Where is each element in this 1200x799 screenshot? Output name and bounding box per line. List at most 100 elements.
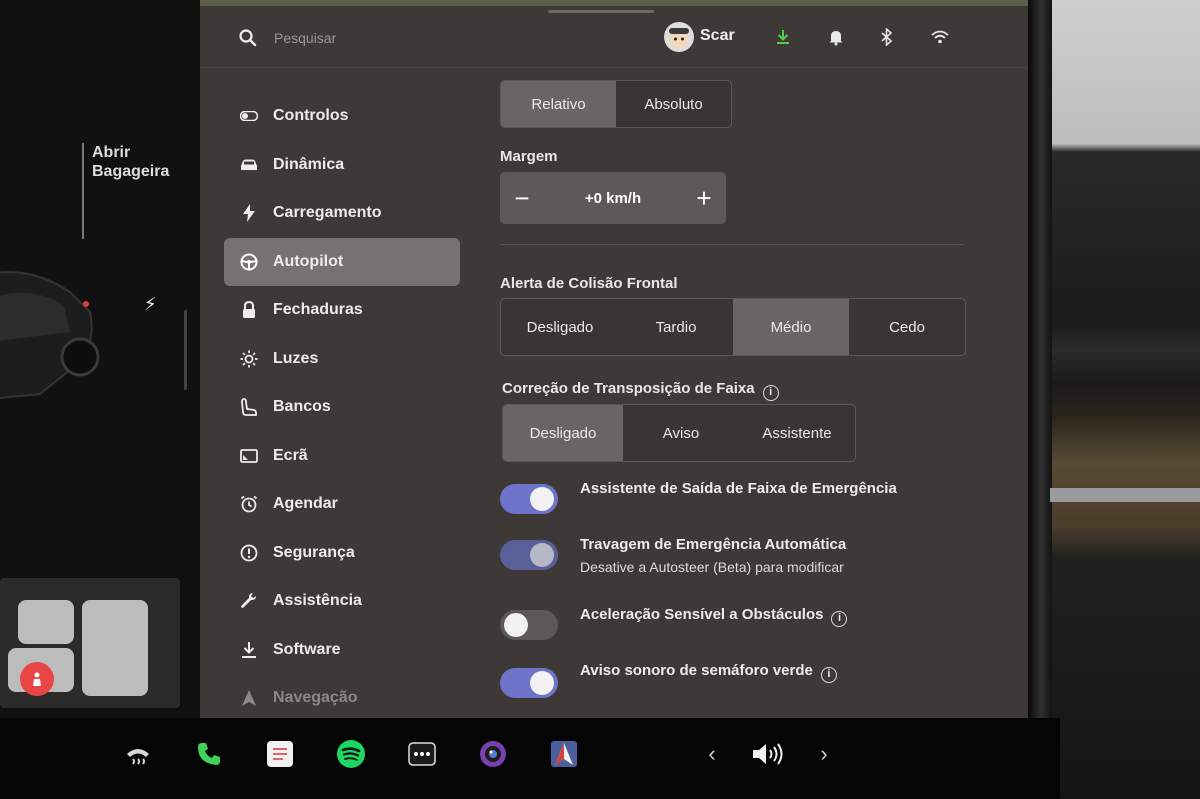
sidebar-item-label: Agendar — [273, 495, 338, 513]
volume-icon[interactable] — [750, 738, 786, 770]
sidebar-item-label: Autopilot — [273, 252, 344, 270]
sidebar-item-controlos[interactable]: Controlos — [224, 92, 460, 141]
obstacle-acceleration-toggle[interactable] — [500, 610, 558, 640]
bell-icon[interactable] — [825, 26, 847, 48]
top-bar: Scar — [200, 8, 1028, 68]
option-assistente[interactable]: Assistente — [739, 405, 855, 461]
sidebar-item-label: Assistência — [273, 592, 362, 610]
lock-icon — [239, 300, 259, 320]
navigation-app-icon[interactable] — [548, 738, 580, 770]
toggle-label: Aceleração Sensível a Obstáculos — [580, 606, 824, 623]
trunk-pointer-line — [82, 143, 84, 239]
sidebar-item-navegacao[interactable]: Navegação — [224, 674, 460, 718]
emergency-lane-toggle[interactable] — [500, 484, 558, 514]
settings-sidebar: Controlos Dinâmica Carregamento Autopilo… — [224, 92, 464, 718]
phone-icon[interactable] — [193, 738, 225, 770]
wifi-icon[interactable] — [929, 26, 951, 48]
toggle-row-emergency-braking: Travagem de Emergência Automática Desati… — [500, 536, 980, 590]
seat-icon — [239, 397, 259, 417]
search-icon[interactable] — [238, 28, 258, 48]
bolt-icon — [239, 203, 259, 223]
sidebar-item-label: Ecrã — [273, 446, 308, 464]
open-trunk-button[interactable]: Abrir Bagageira — [92, 143, 169, 181]
collision-warning-title: Alerta de Colisão Frontal — [500, 275, 678, 292]
toggle-knob — [530, 671, 554, 695]
option-medio[interactable]: Médio — [733, 299, 849, 355]
volume-next-button[interactable]: › — [808, 738, 840, 770]
navigation-arrow-icon — [239, 688, 259, 708]
toggle-label-wrap: Aviso sonoro de semáforo verde i — [580, 662, 837, 683]
sidebar-item-dinamica[interactable]: Dinâmica — [224, 141, 460, 190]
sidebar-item-software[interactable]: Software — [224, 626, 460, 675]
alarm-clock-icon — [239, 494, 259, 514]
avatar[interactable] — [664, 22, 694, 52]
lane-departure-title: Correção de Transposição de Faixa i — [502, 380, 779, 401]
lane-departure-title-text: Correção de Transposição de Faixa — [502, 380, 755, 397]
user-name[interactable]: Scar — [700, 27, 735, 45]
bluetooth-icon[interactable] — [876, 26, 898, 48]
toggle-sublabel: Desative a Autosteer (Beta) para modific… — [580, 559, 844, 575]
emergency-braking-toggle — [500, 540, 558, 570]
toggle-knob — [530, 487, 554, 511]
defrost-icon[interactable] — [122, 738, 154, 770]
sidebar-item-label: Carregamento — [273, 204, 382, 222]
volume-prev-button[interactable]: ‹ — [696, 738, 728, 770]
sidebar-item-luzes[interactable]: Luzes — [224, 335, 460, 384]
display-icon — [239, 446, 259, 466]
more-icon[interactable] — [406, 738, 438, 770]
sidebar-item-carregamento[interactable]: Carregamento — [224, 189, 460, 238]
speed-limit-mode-selector: Relativo Absoluto — [500, 80, 732, 128]
option-absoluto[interactable]: Absoluto — [616, 81, 731, 127]
sidebar-item-label: Software — [273, 640, 341, 658]
sidebar-item-label: Dinâmica — [273, 155, 345, 173]
car-visualization-pane: Abrir Bagageira ⚡ — [0, 0, 200, 718]
info-icon[interactable]: i — [762, 385, 779, 401]
sidebar-item-label: Segurança — [273, 543, 355, 561]
lane-departure-selector: Desligado Aviso Assistente — [502, 404, 856, 462]
sidebar-item-assistencia[interactable]: Assistência — [224, 577, 460, 626]
toggle-label-wrap: Aceleração Sensível a Obstáculos i — [580, 606, 848, 627]
toggle-label: Travagem de Emergência Automática — [580, 536, 847, 553]
spotify-icon[interactable] — [335, 738, 367, 770]
increase-button[interactable]: + — [682, 172, 726, 224]
option-cedo[interactable]: Cedo — [849, 299, 965, 355]
toggle-knob — [530, 543, 554, 567]
green-light-chime-toggle[interactable] — [500, 668, 558, 698]
wrench-icon — [239, 591, 259, 611]
decrease-button[interactable]: − — [500, 172, 544, 224]
sidebar-item-label: Navegação — [273, 689, 358, 707]
sidebar-item-label: Controlos — [273, 107, 349, 125]
sidebar-item-agendar[interactable]: Agendar — [224, 480, 460, 529]
sidebar-item-bancos[interactable]: Bancos — [224, 383, 460, 432]
option-desligado[interactable]: Desligado — [501, 299, 619, 355]
screen-edge — [1030, 0, 1052, 799]
option-tardio[interactable]: Tardio — [619, 299, 733, 355]
sidebar-item-seguranca[interactable]: Segurança — [224, 529, 460, 578]
option-aviso[interactable]: Aviso — [623, 405, 739, 461]
rear-seat — [82, 600, 148, 696]
option-desligado[interactable]: Desligado — [503, 405, 623, 461]
info-icon[interactable]: i — [820, 667, 837, 683]
search-input[interactable] — [274, 26, 474, 50]
margin-value: +0 km/h — [584, 189, 642, 207]
download-icon — [239, 640, 259, 660]
option-relativo[interactable]: Relativo — [501, 81, 616, 127]
toggle-knob — [504, 613, 528, 637]
sidebar-item-fechaduras[interactable]: Fechaduras — [224, 286, 460, 335]
notes-icon[interactable] — [264, 738, 296, 770]
seatbelt-alert-icon — [20, 662, 54, 696]
sidebar-item-ecra[interactable]: Ecrã — [224, 432, 460, 481]
info-icon[interactable]: i — [831, 611, 848, 627]
sidebar-item-label: Fechaduras — [273, 301, 363, 319]
margin-stepper: − +0 km/h + — [500, 172, 726, 224]
pane-scroll-indicator — [184, 310, 187, 390]
download-icon[interactable] — [772, 26, 794, 48]
sidebar-item-autopilot[interactable]: Autopilot — [224, 237, 460, 286]
car-model-icon — [0, 271, 100, 400]
camera-icon[interactable] — [477, 738, 509, 770]
toggle-row-emergency-lane: Assistente de Saída de Faixa de Emergênc… — [500, 480, 980, 522]
toggle-label: Assistente de Saída de Faixa de Emergênc… — [580, 480, 897, 497]
front-left-seat — [18, 600, 74, 644]
toggle-icon — [239, 106, 259, 126]
margin-title: Margem — [500, 148, 558, 165]
